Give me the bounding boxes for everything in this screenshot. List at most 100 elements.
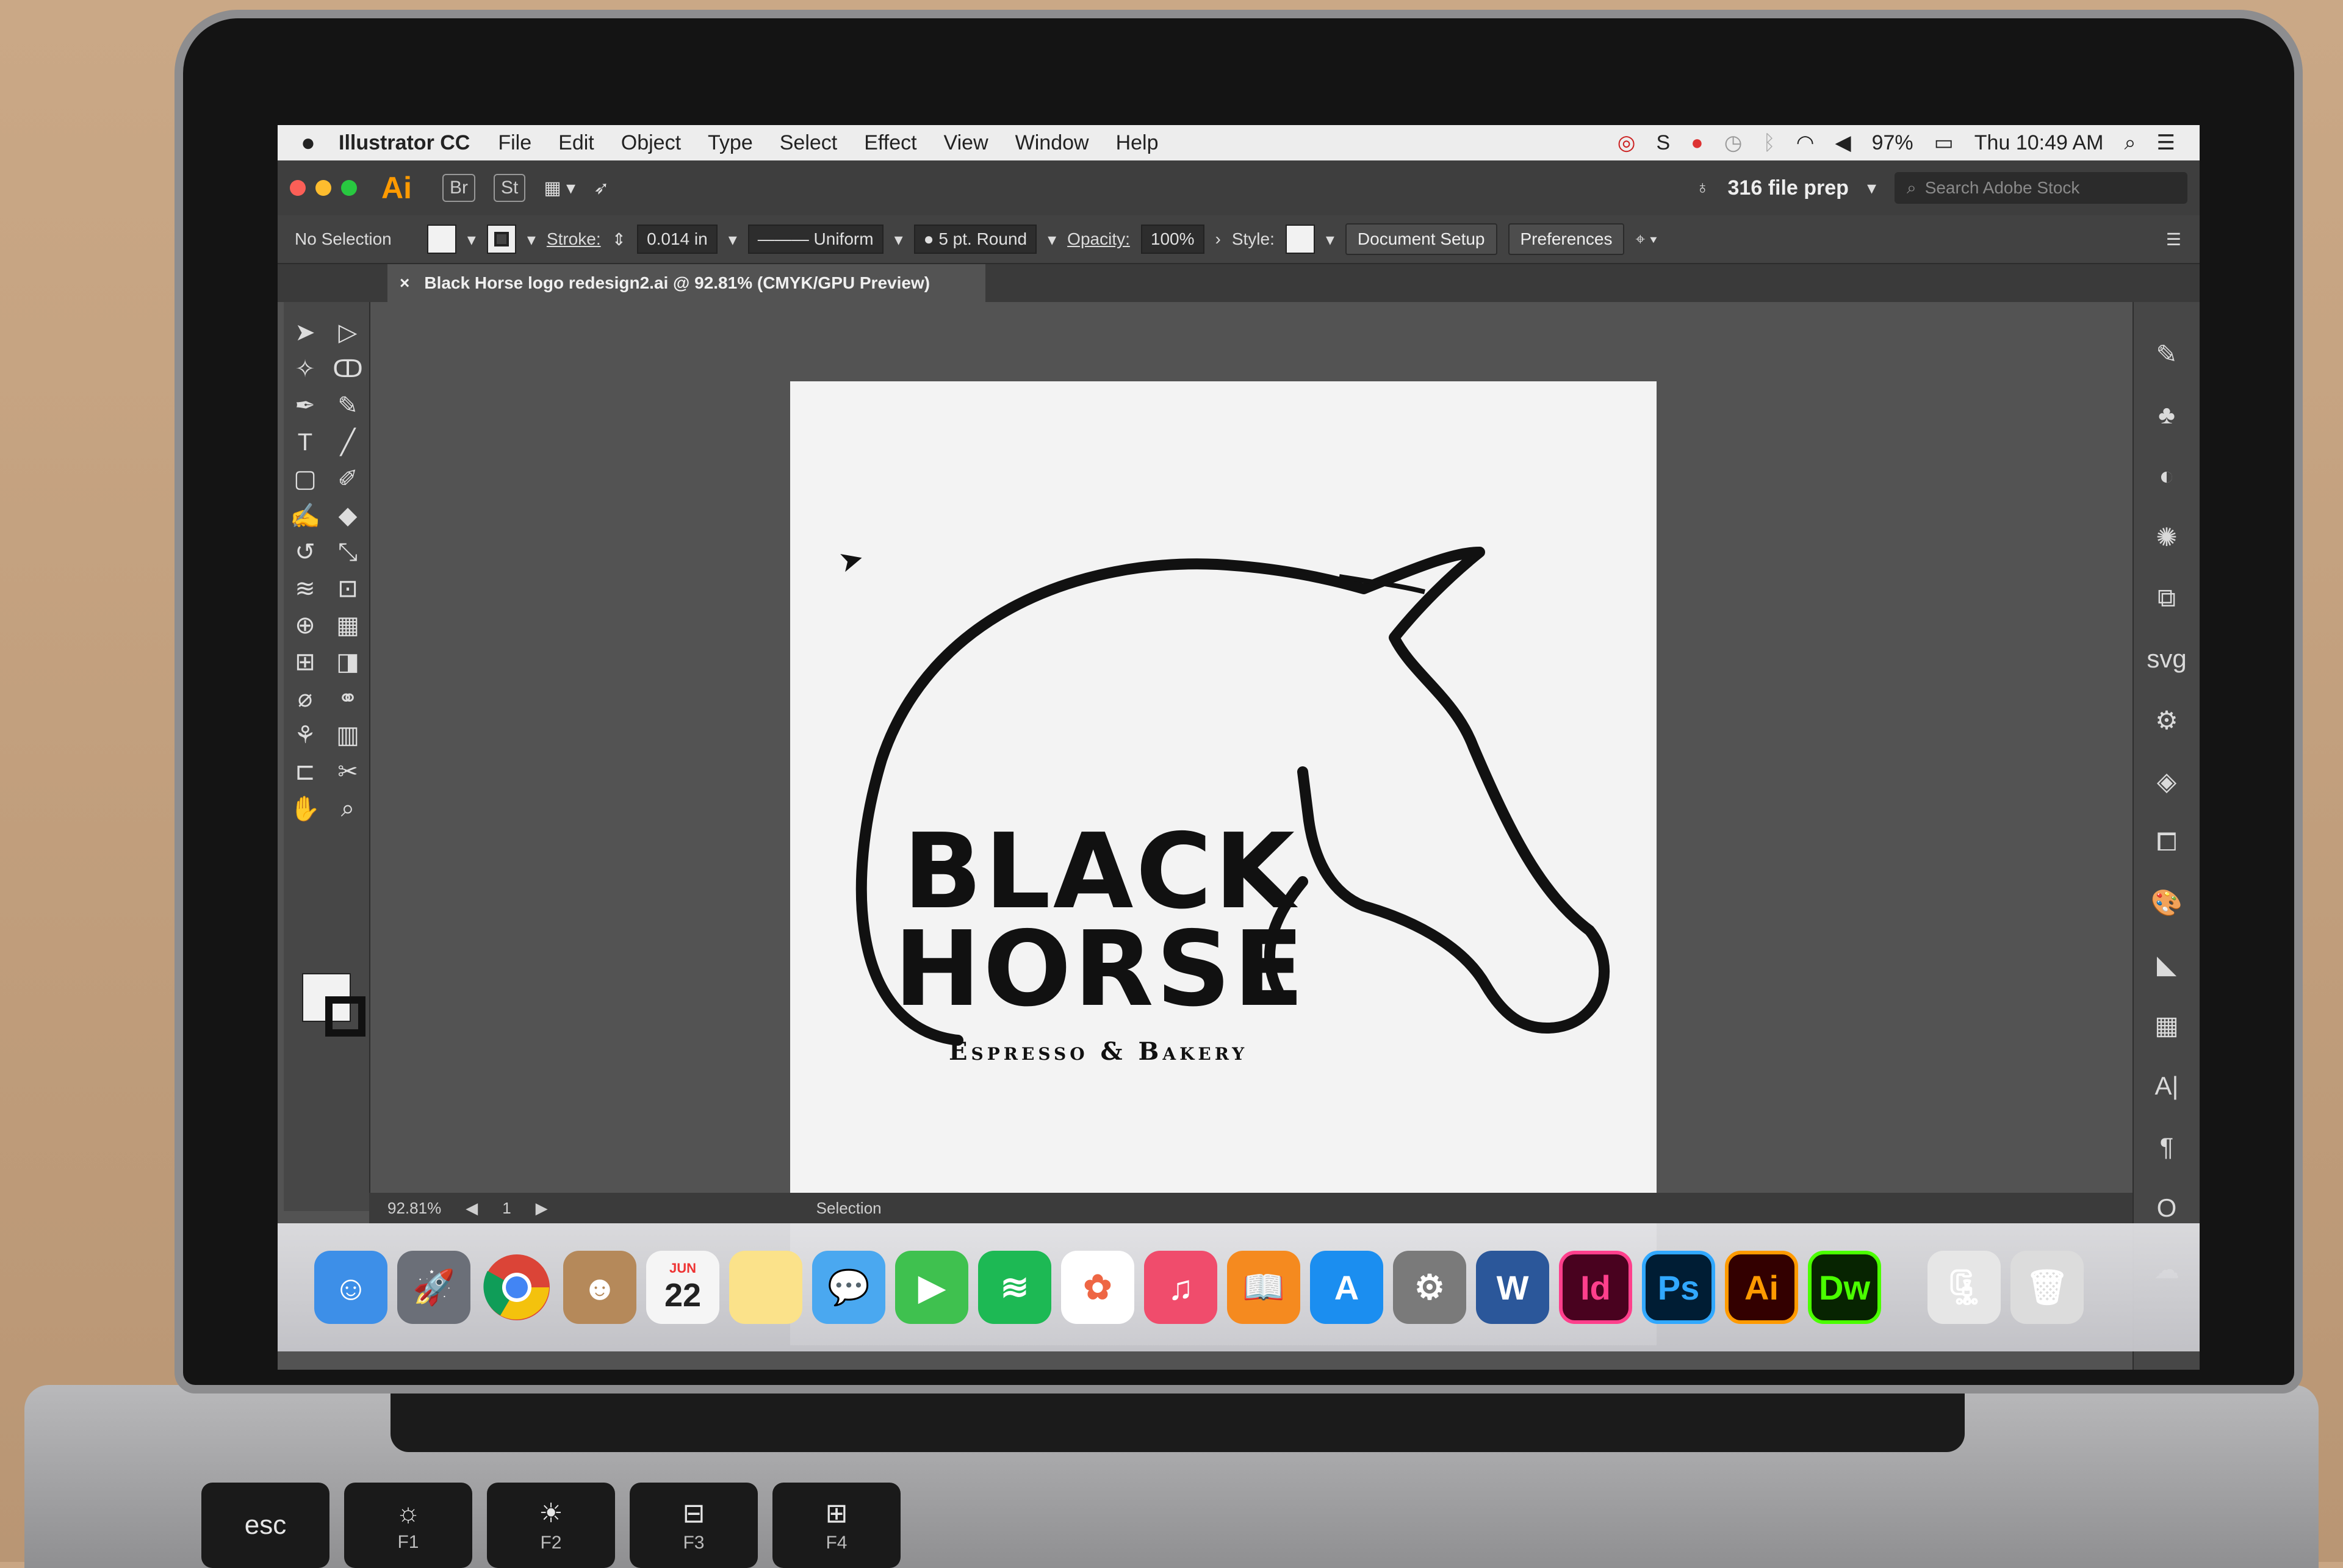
word-icon[interactable]: W bbox=[1476, 1251, 1549, 1324]
swatches-panel-icon[interactable]: ▦ bbox=[2154, 1004, 2179, 1046]
graphic-styles-panel-icon[interactable]: ✺ bbox=[2156, 516, 2177, 558]
menu-view[interactable]: View bbox=[944, 131, 988, 155]
preferences-button[interactable]: Preferences bbox=[1508, 223, 1625, 255]
lasso-tool-icon[interactable]: ↀ bbox=[326, 351, 369, 387]
messages-icon[interactable]: 💬 bbox=[812, 1251, 885, 1324]
stroke-profile-select[interactable]: ——— Uniform bbox=[747, 225, 884, 254]
stroke-stepper-icon[interactable]: ⇕ bbox=[612, 229, 626, 250]
adobe-stock-search[interactable]: ⌕ Search Adobe Stock bbox=[1895, 172, 2187, 204]
symbol-sprayer-tool-icon[interactable]: ⚘ bbox=[284, 717, 326, 753]
fill-dropdown-icon[interactable]: ▾ bbox=[467, 229, 476, 250]
artboards-panel-icon[interactable]: ⧠ bbox=[2156, 821, 2177, 863]
time-machine-icon[interactable]: ◷ bbox=[1724, 131, 1743, 155]
paintbrush-tool-icon[interactable]: ✐ bbox=[326, 461, 369, 497]
finder-icon[interactable]: ☺ bbox=[314, 1251, 387, 1324]
close-tab-icon[interactable]: × bbox=[400, 273, 409, 293]
wifi-icon[interactable]: ◠ bbox=[1796, 131, 1815, 155]
brushes-panel-icon[interactable]: ✎ bbox=[2156, 333, 2177, 375]
pen-tool-icon[interactable]: ✒ bbox=[284, 387, 326, 424]
menu-effect[interactable]: Effect bbox=[864, 131, 916, 155]
facetime-icon[interactable]: ▶ bbox=[895, 1251, 968, 1324]
skype-icon[interactable]: S bbox=[1656, 131, 1670, 155]
profile-dropdown-icon[interactable]: ▾ bbox=[894, 229, 903, 250]
shape-builder-tool-icon[interactable]: ⊕ bbox=[284, 607, 326, 644]
minimize-window-button[interactable] bbox=[315, 180, 331, 196]
launchpad-icon[interactable]: 🚀 bbox=[397, 1251, 470, 1324]
scale-tool-icon[interactable]: ⤡ bbox=[326, 534, 369, 570]
brush-dropdown-icon[interactable]: ▾ bbox=[1048, 229, 1056, 250]
stock-button[interactable]: St bbox=[494, 174, 526, 202]
dreamweaver-icon[interactable]: Dw bbox=[1808, 1251, 1881, 1324]
clock[interactable]: Thu 10:49 AM bbox=[1974, 131, 2104, 155]
menu-type[interactable]: Type bbox=[708, 131, 753, 155]
artboard-number[interactable]: 1 bbox=[502, 1199, 511, 1218]
artboard-prev-icon[interactable]: ◀ bbox=[466, 1199, 478, 1218]
photoshop-icon[interactable]: Ps bbox=[1642, 1251, 1715, 1324]
spotify-icon[interactable]: ≋ bbox=[978, 1251, 1051, 1324]
ibooks-icon[interactable]: 📖 bbox=[1227, 1251, 1300, 1324]
fill-swatch[interactable] bbox=[426, 225, 456, 254]
app-menu[interactable]: Illustrator CC bbox=[339, 131, 470, 155]
rectangle-tool-icon[interactable]: ▢ bbox=[284, 461, 326, 497]
isolate-icon[interactable]: ⌖ ▾ bbox=[1635, 229, 1657, 250]
menu-select[interactable]: Select bbox=[780, 131, 838, 155]
battery-icon[interactable]: ▭ bbox=[1934, 131, 1954, 155]
blend-tool-icon[interactable]: ⚭ bbox=[326, 680, 369, 717]
app-store-icon[interactable]: A bbox=[1310, 1251, 1383, 1324]
eyedropper-tool-icon[interactable]: ⌀ bbox=[284, 680, 326, 717]
color-guide-panel-icon[interactable]: 🎨 bbox=[2151, 882, 2183, 924]
stroke-label[interactable]: Stroke: bbox=[547, 229, 601, 249]
layers-panel-icon[interactable]: ◈ bbox=[2157, 760, 2176, 802]
selection-tool-icon[interactable]: ➤ bbox=[284, 314, 326, 351]
indesign-icon[interactable]: Id bbox=[1559, 1251, 1632, 1324]
workspace-switcher[interactable]: 316 file prep bbox=[1728, 176, 1849, 200]
stroke-weight-dropdown-icon[interactable]: ▾ bbox=[729, 229, 737, 250]
lightbulb-icon[interactable]: ♁ bbox=[1696, 178, 1710, 198]
notification-icon[interactable]: ● bbox=[1691, 131, 1704, 155]
volume-icon[interactable]: ◀ bbox=[1835, 131, 1851, 155]
appearance-panel-icon[interactable]: ◐ bbox=[2159, 455, 2174, 497]
document-setup-button[interactable]: Document Setup bbox=[1345, 223, 1497, 255]
opacity-label[interactable]: Opacity: bbox=[1067, 229, 1130, 249]
menu-edit[interactable]: Edit bbox=[558, 131, 594, 155]
gpu-performance-icon[interactable]: ➶ bbox=[594, 178, 609, 199]
bridge-button[interactable]: Br bbox=[442, 174, 475, 202]
width-tool-icon[interactable]: ≋ bbox=[284, 570, 326, 607]
artboard-tool-icon[interactable]: ⊏ bbox=[284, 753, 326, 790]
apple-icon[interactable]: ● bbox=[278, 129, 339, 157]
transform-panel-icon[interactable]: ⧉ bbox=[2158, 577, 2176, 619]
zoom-level[interactable]: 92.81% bbox=[387, 1199, 441, 1218]
paragraph-panel-icon[interactable]: ¶ bbox=[2160, 1126, 2174, 1168]
close-window-button[interactable] bbox=[290, 180, 306, 196]
photos-icon[interactable]: ✿ bbox=[1061, 1251, 1134, 1324]
chevron-down-icon[interactable]: ▾ bbox=[1867, 178, 1876, 199]
system-preferences-icon[interactable]: ⚙ bbox=[1393, 1251, 1466, 1324]
brush-definition-select[interactable]: ● 5 pt. Round bbox=[913, 225, 1037, 254]
panel-menu-icon[interactable]: ☰ bbox=[2166, 229, 2181, 250]
stroke-swatch[interactable] bbox=[486, 225, 516, 254]
stroke-dropdown-icon[interactable]: ▾ bbox=[527, 229, 536, 250]
stroke-weight-field[interactable]: 0.014 in bbox=[637, 225, 718, 254]
perspective-grid-tool-icon[interactable]: ▦ bbox=[326, 607, 369, 644]
symbols-panel-icon[interactable]: ♣ bbox=[2158, 394, 2175, 436]
rotate-tool-icon[interactable]: ↺ bbox=[284, 534, 326, 570]
menu-object[interactable]: Object bbox=[621, 131, 681, 155]
type-tool-icon[interactable]: T bbox=[284, 424, 326, 461]
calendar-icon[interactable]: JUN 22 bbox=[646, 1251, 719, 1324]
curvature-tool-icon[interactable]: ✎ bbox=[326, 387, 369, 424]
eraser-tool-icon[interactable]: ◆ bbox=[326, 497, 369, 534]
direct-selection-tool-icon[interactable]: ▷ bbox=[326, 314, 369, 351]
opacity-arrow-icon[interactable]: › bbox=[1215, 229, 1221, 249]
shaper-tool-icon[interactable]: ✍ bbox=[284, 497, 326, 534]
itunes-icon[interactable]: ♫ bbox=[1144, 1251, 1217, 1324]
menu-file[interactable]: File bbox=[498, 131, 531, 155]
trash-icon[interactable]: 🗑 bbox=[2010, 1251, 2084, 1324]
svg-interactivity-panel-icon[interactable]: svg bbox=[2147, 638, 2186, 680]
zoom-tool-icon[interactable]: ⌕ bbox=[326, 790, 369, 827]
line-tool-icon[interactable]: ╱ bbox=[326, 424, 369, 461]
creative-cloud-icon[interactable]: ◎ bbox=[1618, 131, 1636, 155]
notification-center-icon[interactable]: ☰ bbox=[2157, 131, 2175, 155]
slice-tool-icon[interactable]: ✂ bbox=[326, 753, 369, 790]
menu-help[interactable]: Help bbox=[1116, 131, 1159, 155]
document-tab[interactable]: × Black Horse logo redesign2.ai @ 92.81%… bbox=[387, 264, 985, 302]
